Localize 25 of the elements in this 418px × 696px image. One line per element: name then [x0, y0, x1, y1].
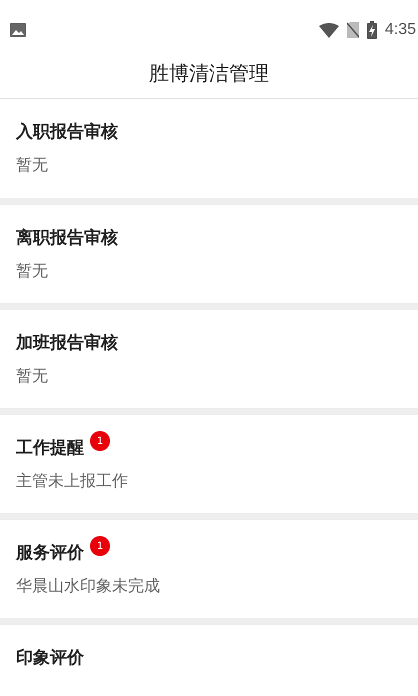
list-card[interactable]: 服务评价 1 华晨山水印象未完成: [0, 520, 418, 618]
status-time: 4:35: [384, 21, 416, 39]
item-title: 服务评价: [16, 542, 84, 564]
page-title: 胜博清洁管理: [149, 60, 269, 86]
item-subtitle: 暂无: [16, 261, 48, 281]
item-subtitle: 暂无: [16, 155, 48, 175]
wifi-icon: [318, 22, 339, 38]
no-sim-icon: [346, 22, 359, 38]
count-badge: 1: [90, 431, 110, 451]
item-title: 入职报告审核: [16, 121, 118, 143]
image-icon: [10, 23, 26, 37]
battery-icon: [366, 21, 377, 39]
list-card[interactable]: 离职报告审核 暂无: [0, 205, 418, 303]
list-card[interactable]: 印象评价: [0, 625, 418, 696]
item-title: 离职报告审核: [16, 227, 118, 249]
item-title: 加班报告审核: [16, 332, 118, 354]
item-subtitle: 暂无: [16, 366, 48, 386]
count-badge: 1: [90, 536, 110, 556]
list-card[interactable]: 加班报告审核 暂无: [0, 310, 418, 408]
item-title: 工作提醒: [16, 437, 84, 459]
list-card[interactable]: 入职报告审核 暂无: [0, 99, 418, 198]
list-card[interactable]: 工作提醒 1 主管未上报工作: [0, 415, 418, 513]
item-title: 印象评价: [16, 647, 84, 669]
item-subtitle: 华晨山水印象未完成: [16, 576, 160, 596]
item-subtitle: 主管未上报工作: [16, 471, 128, 491]
